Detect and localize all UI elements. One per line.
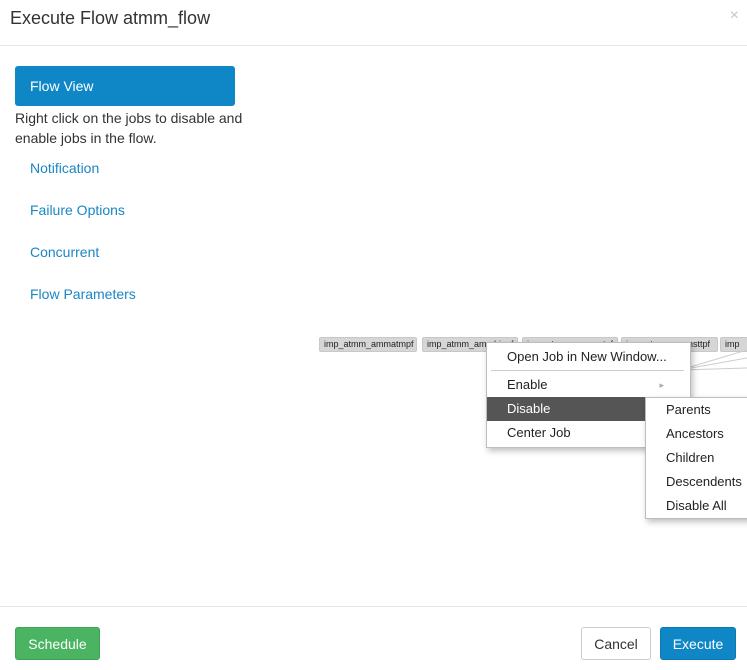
dialog-footer: Schedule Cancel Execute xyxy=(0,606,747,670)
menu-disable[interactable]: Disable xyxy=(487,397,646,421)
nav-item-flow-parameters[interactable]: Flow Parameters xyxy=(30,286,136,302)
flow-view-help-text: Right click on the jobs to disable and e… xyxy=(15,110,243,146)
job-node[interactable]: imp_atmm_ammatmpf xyxy=(319,337,417,352)
menu-enable[interactable]: Enable ▸ xyxy=(487,373,690,397)
menu-enable-label: Enable xyxy=(507,377,548,392)
nav-item-failure-options[interactable]: Failure Options xyxy=(30,202,125,218)
chevron-right-icon: ▸ xyxy=(659,380,664,390)
nav-item-concurrent[interactable]: Concurrent xyxy=(30,244,99,260)
submenu-disable-all[interactable]: Disable All xyxy=(646,494,747,518)
nav-item-flow-view[interactable]: Flow View xyxy=(15,66,235,106)
menu-divider xyxy=(491,370,684,371)
schedule-button[interactable]: Schedule xyxy=(15,627,100,660)
disable-submenu: Parents Ancestors Children Descendents D… xyxy=(645,397,747,519)
dialog-title: Execute Flow atmm_flow xyxy=(10,8,211,28)
dialog-header: Execute Flow atmm_flow × xyxy=(0,0,747,46)
submenu-parents[interactable]: Parents xyxy=(646,398,747,422)
close-icon[interactable]: × xyxy=(730,7,739,25)
execute-button[interactable]: Execute xyxy=(660,627,736,660)
submenu-children[interactable]: Children xyxy=(646,446,747,470)
cancel-button[interactable]: Cancel xyxy=(581,627,651,660)
submenu-ancestors[interactable]: Ancestors xyxy=(646,422,747,446)
nav-item-notification[interactable]: Notification xyxy=(30,160,99,176)
submenu-descendents[interactable]: Descendents xyxy=(646,470,747,494)
menu-center-job[interactable]: Center Job xyxy=(487,421,646,445)
menu-open-job-new-window[interactable]: Open Job in New Window... xyxy=(487,345,690,369)
